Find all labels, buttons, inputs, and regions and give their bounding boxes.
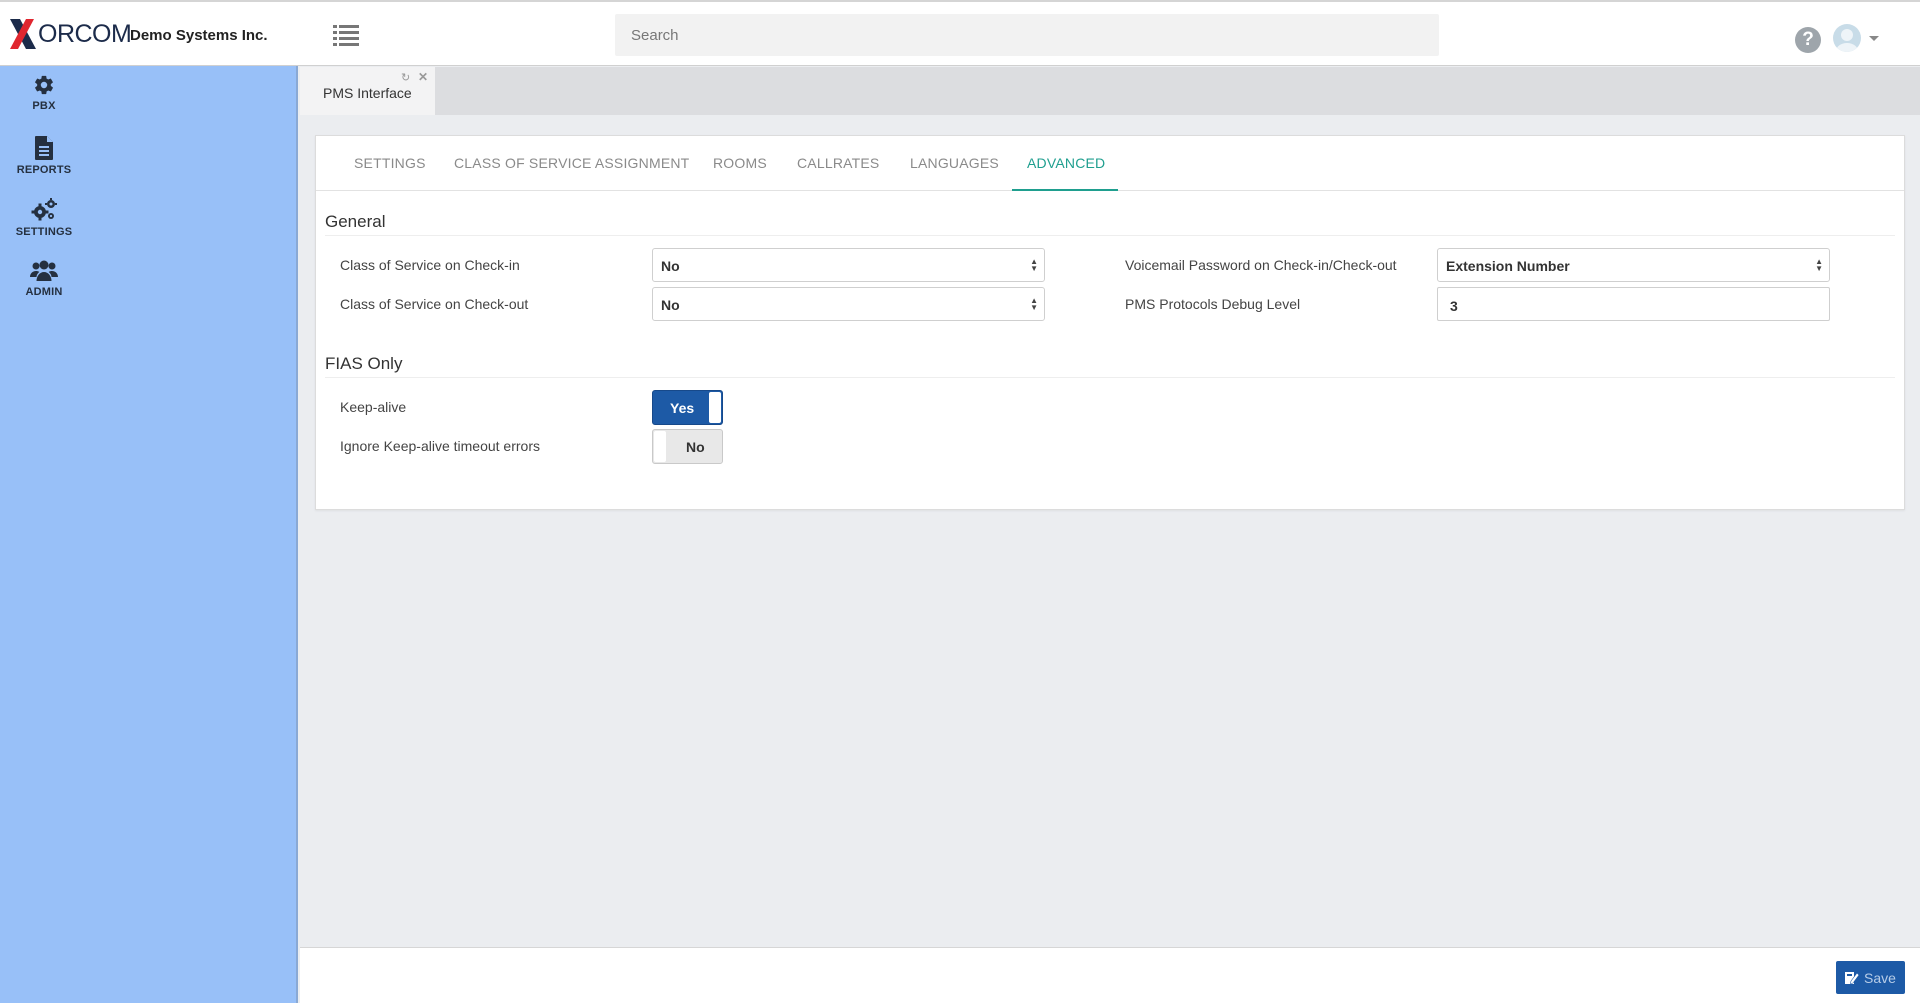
select-arrows-icon: ▲ ▼ <box>1030 257 1038 273</box>
save-button[interactable]: Save <box>1836 961 1905 994</box>
tab-callrates[interactable]: CALLRATES <box>797 155 879 171</box>
search-input[interactable] <box>615 14 1439 56</box>
question-circle-icon[interactable]: ? <box>1795 27 1821 53</box>
voicemail-password-select[interactable]: Extension Number ▲ ▼ <box>1437 248 1830 282</box>
section-title-general: General <box>325 212 386 231</box>
select-arrows-icon: ▲ ▼ <box>1815 257 1823 273</box>
company-name: Demo Systems Inc. <box>130 27 268 44</box>
tab-settings[interactable]: SETTINGS <box>354 155 426 171</box>
sidebar-item-pbx[interactable]: PBX <box>0 74 88 112</box>
tab-rooms[interactable]: ROOMS <box>713 155 767 171</box>
toggle-knob <box>709 392 721 423</box>
ignore-timeout-toggle[interactable]: No <box>652 429 723 464</box>
window-tab-title: PMS Interface <box>323 85 412 101</box>
section-divider <box>325 235 1895 236</box>
users-icon <box>30 260 58 281</box>
pms-advanced-panel: SETTINGS CLASS OF SERVICE ASSIGNMENT ROO… <box>315 135 1905 510</box>
window-tab-strip: PMS Interface ↻ ✕ <box>300 67 1920 115</box>
label-cos-checkin: Class of Service on Check-in <box>340 257 520 273</box>
cos-checkin-select[interactable]: No ▲ ▼ <box>652 248 1045 282</box>
user-menu-caret-icon[interactable] <box>1869 36 1879 41</box>
tab-languages[interactable]: LANGUAGES <box>910 155 999 171</box>
document-icon <box>35 136 53 160</box>
logo-text: ORCOM <box>38 19 132 48</box>
select-arrows-icon: ▲ ▼ <box>1030 296 1038 312</box>
toggle-knob <box>654 431 666 462</box>
logo-x-mark <box>10 19 36 49</box>
gear-icon <box>35 75 53 95</box>
label-keep-alive: Keep-alive <box>340 399 407 415</box>
sidebar: PBX REPORTS SETTINGS ADMIN <box>0 66 298 1003</box>
select-value: No <box>661 258 680 274</box>
gears-icon <box>31 198 57 221</box>
sidebar-item-label: ADMIN <box>25 286 63 298</box>
label-debug-level: PMS Protocols Debug Level <box>1125 296 1301 312</box>
active-tab-indicator <box>1012 189 1118 191</box>
sidebar-item-label: REPORTS <box>16 164 72 176</box>
top-header: ORCOM Demo Systems Inc. ? <box>0 0 1920 66</box>
toggle-text: No <box>686 439 705 455</box>
sidebar-item-label: SETTINGS <box>15 226 73 238</box>
save-label: Save <box>1864 969 1896 986</box>
keep-alive-toggle[interactable]: Yes <box>652 390 723 425</box>
sidebar-item-label: PBX <box>32 100 56 112</box>
label-ignore-timeout: Ignore Keep-alive timeout errors <box>340 438 540 454</box>
sidebar-item-settings[interactable]: SETTINGS <box>0 198 88 238</box>
refresh-icon[interactable]: ↻ <box>401 71 410 84</box>
section-title-fias: FIAS Only <box>325 354 403 373</box>
label-cos-checkout: Class of Service on Check-out <box>340 296 529 312</box>
footer-bar: Save <box>300 947 1920 1003</box>
toggle-text: Yes <box>670 400 695 416</box>
close-icon[interactable]: ✕ <box>418 70 428 84</box>
tab-advanced[interactable]: ADVANCED <box>1027 155 1105 171</box>
select-value: No <box>661 297 680 313</box>
window-tab-pms-interface[interactable]: PMS Interface ↻ ✕ <box>300 67 435 115</box>
tab-class-of-service-assignment[interactable]: CLASS OF SERVICE ASSIGNMENT <box>454 155 689 171</box>
subtabs: SETTINGS CLASS OF SERVICE ASSIGNMENT ROO… <box>316 136 1904 191</box>
save-edit-icon <box>1845 971 1860 984</box>
user-avatar-icon[interactable] <box>1833 24 1861 52</box>
label-voicemail-password: Voicemail Password on Check-in/Check-out <box>1125 257 1397 273</box>
select-value: Extension Number <box>1446 258 1570 274</box>
menu-list-icon[interactable] <box>333 24 359 46</box>
cos-checkout-select[interactable]: No ▲ ▼ <box>652 287 1045 321</box>
sidebar-item-reports[interactable]: REPORTS <box>0 136 88 176</box>
input-value: 3 <box>1450 298 1458 314</box>
section-divider <box>325 377 1895 378</box>
xorcom-logo[interactable]: ORCOM <box>8 16 132 52</box>
sidebar-item-admin[interactable]: ADMIN <box>0 260 88 298</box>
debug-level-input[interactable]: 3 <box>1437 287 1830 321</box>
